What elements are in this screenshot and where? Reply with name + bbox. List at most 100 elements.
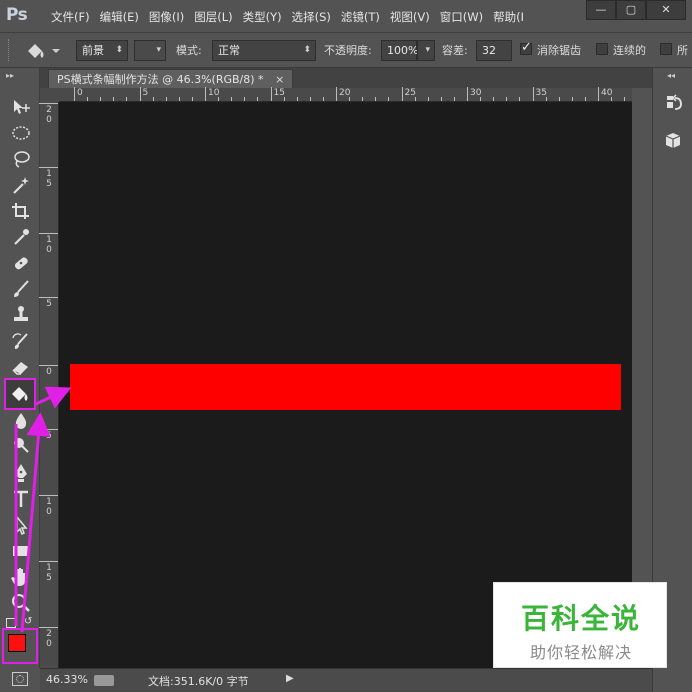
ruler-label: 2	[46, 105, 52, 115]
minimize-button[interactable]: —	[586, 0, 616, 20]
fill-source-select[interactable]: 前景 ⬍	[76, 40, 128, 61]
ruler-minor-tick	[178, 97, 180, 101]
ruler-minor-tick	[375, 97, 377, 101]
eyedropper-icon	[14, 229, 29, 245]
dodge-tool-button[interactable]	[9, 434, 33, 456]
contiguous-checkbox[interactable]	[596, 43, 608, 55]
close-button[interactable]: ✕	[646, 0, 686, 20]
zoom-tool-button[interactable]	[9, 592, 33, 614]
ruler-minor-tick	[414, 97, 416, 101]
opacity-input[interactable]: 100%	[381, 40, 419, 61]
foreground-color-swatch[interactable]	[8, 634, 26, 652]
tolerance-value: 32	[482, 44, 496, 57]
menu-help[interactable]: 帮助(I	[488, 9, 529, 25]
panel-collapse-icon[interactable]: ▸▸	[6, 71, 14, 80]
ruler-major-tick	[39, 495, 58, 496]
pen-icon	[15, 464, 27, 482]
status-flag-icon[interactable]	[94, 675, 114, 686]
ruler-minor-tick	[191, 97, 193, 101]
type-tool-button[interactable]	[9, 488, 33, 510]
stamp-tool-button[interactable]	[9, 304, 33, 326]
path-selection-icon	[16, 514, 28, 536]
all-layers-checkbox[interactable]	[660, 43, 672, 55]
tool-preset-picker[interactable]	[22, 40, 66, 62]
ruler-minor-tick	[506, 97, 508, 101]
history-brush-icon	[12, 333, 28, 349]
ruler-major-tick	[39, 561, 58, 562]
magic-wand-tool-button[interactable]	[9, 174, 33, 196]
menu-edit[interactable]: 编辑(E)	[95, 9, 144, 25]
lasso-tool-button[interactable]	[9, 148, 33, 170]
eyedropper-tool-button[interactable]	[9, 226, 33, 248]
ruler-major-tick	[139, 87, 141, 101]
blur-tool-button[interactable]	[9, 410, 33, 432]
ruler-major-tick	[39, 627, 58, 628]
crop-tool-button[interactable]	[9, 200, 33, 222]
contiguous-label: 连续的	[613, 44, 646, 57]
brush-tool-button[interactable]	[9, 278, 33, 300]
blend-mode-select[interactable]: 正常 ⬍	[212, 40, 316, 61]
menu-select[interactable]: 选择(S)	[287, 9, 336, 25]
paint-bucket-tool-button[interactable]	[4, 378, 36, 410]
zoom-level[interactable]: 46.33%	[46, 673, 88, 686]
menu-type[interactable]: 类型(Y)	[238, 9, 287, 25]
eraser-tool-button[interactable]	[9, 356, 33, 378]
history-panel-button[interactable]	[659, 90, 687, 116]
hand-tool-button[interactable]	[9, 566, 33, 588]
healing-brush-tool-button[interactable]	[9, 252, 33, 274]
ruler-label: 5	[46, 299, 52, 309]
menu-window[interactable]: 窗口(W)	[435, 9, 488, 25]
menu-file[interactable]: 文件(F)	[46, 9, 95, 25]
panel-collapse-icon[interactable]: ◂◂	[667, 71, 675, 80]
color-swatches	[2, 628, 38, 664]
swap-colors-icon[interactable]: ↺	[24, 616, 32, 627]
marquee-tool-button[interactable]	[9, 122, 33, 144]
history-brush-tool-button[interactable]	[9, 330, 33, 352]
ruler-major-tick	[401, 87, 403, 101]
document-tab[interactable]: PS横式条幅制作方法 @ 46.3%(RGB/8) * ×	[48, 69, 294, 88]
ruler-minor-tick	[113, 97, 115, 101]
ruler-label: 0	[46, 115, 52, 125]
default-colors-icon[interactable]	[6, 618, 16, 628]
ruler-minor-tick	[244, 97, 246, 101]
status-menu-arrow-icon[interactable]: ▶	[286, 673, 294, 684]
menu-image[interactable]: 图像(I)	[144, 9, 189, 25]
menu-layer[interactable]: 图层(L)	[189, 9, 237, 25]
move-tool-button[interactable]	[9, 96, 33, 118]
fill-source-value: 前景	[82, 44, 104, 57]
ruler-major-tick	[74, 87, 75, 101]
opacity-value: 100%	[387, 44, 419, 57]
opacity-slider-button[interactable]: ▾	[417, 40, 435, 61]
eraser-icon	[12, 362, 28, 375]
ruler-major-tick	[39, 103, 58, 104]
status-bar: 46.33% 文档:351.6K/0 字节 ▶	[40, 668, 652, 692]
document-tab-strip: PS横式条幅制作方法 @ 46.3%(RGB/8) * ×	[40, 68, 652, 88]
app-logo: Ps	[6, 5, 28, 25]
ruler-minor-tick	[611, 97, 613, 101]
path-selection-tool-button[interactable]	[9, 514, 33, 536]
ellipse-marquee-icon	[12, 126, 30, 140]
horizontal-ruler: 0 5 10 15 20 25 30 35 40	[59, 87, 652, 102]
pattern-picker[interactable]: ▾	[134, 40, 166, 61]
close-icon[interactable]: ×	[275, 73, 284, 86]
ruler-minor-tick	[231, 97, 233, 101]
ruler-label: 0	[46, 507, 52, 517]
tolerance-input[interactable]: 32	[476, 40, 512, 61]
ruler-label: 0	[77, 88, 83, 98]
ruler-label: 5	[46, 431, 52, 441]
ruler-major-tick	[39, 297, 58, 298]
menu-filter[interactable]: 滤镜(T)	[336, 9, 385, 25]
pen-tool-button[interactable]	[9, 462, 33, 484]
zoom-icon	[12, 594, 30, 612]
all-layers-label: 所	[677, 44, 688, 57]
ruler-minor-tick	[100, 97, 102, 101]
watermark-subtitle: 助你轻松解决	[529, 643, 632, 662]
antialias-checkbox[interactable]	[520, 40, 532, 55]
quick-mask-icon[interactable]	[12, 672, 28, 686]
properties-panel-button[interactable]	[659, 128, 687, 154]
maximize-button[interactable]: ▢	[616, 0, 646, 20]
ruler-minor-tick	[296, 97, 298, 101]
rectangle-tool-button[interactable]	[9, 540, 33, 562]
ruler-major-tick	[39, 365, 58, 366]
menu-view[interactable]: 视图(V)	[385, 9, 435, 25]
